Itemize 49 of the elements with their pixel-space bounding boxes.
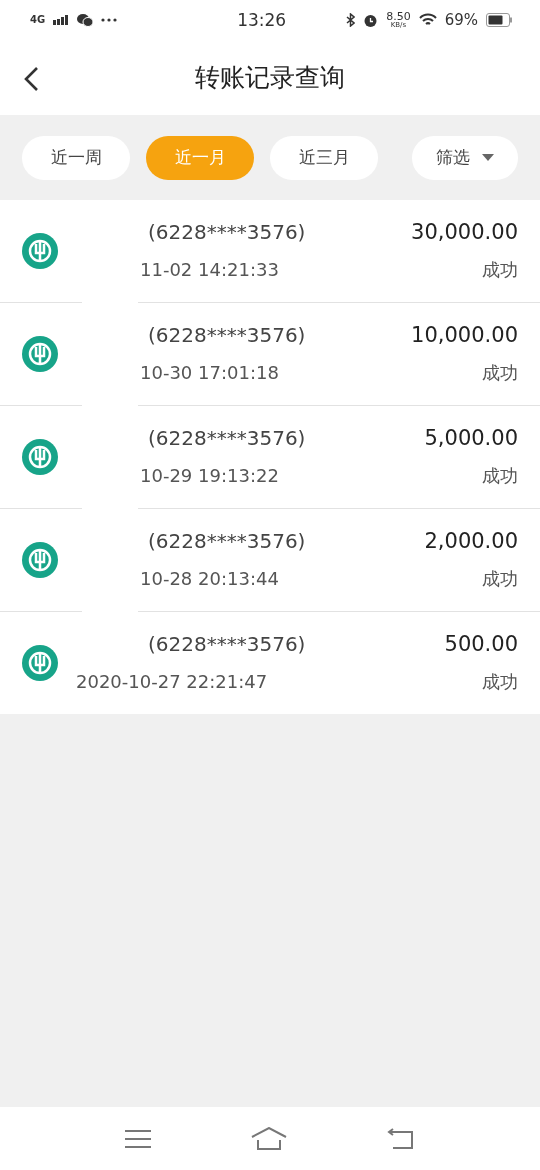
transfer-time: 10-28 20:13:44 <box>139 568 279 589</box>
transfer-time: 11-02 14:21:33 <box>139 259 279 280</box>
transfer-amount: 500.00 <box>444 632 518 656</box>
menu-icon <box>125 1128 151 1149</box>
account-number: (6228****3576) <box>147 632 306 656</box>
caret-icon <box>482 153 494 162</box>
transfer-status: 成功 <box>482 361 518 385</box>
home-button[interactable] <box>251 1126 287 1151</box>
period-tab[interactable]: 近一周 <box>22 135 130 180</box>
transfer-amount: 10,000.00 <box>411 323 518 347</box>
page-title: 转账记录查询 <box>195 62 345 94</box>
account-number: (6228****3576) <box>147 220 306 244</box>
bank-logo-icon <box>22 336 58 372</box>
account-number: (6228****3576) <box>147 426 306 450</box>
return-icon <box>387 1127 415 1150</box>
alarm-icon <box>363 12 379 28</box>
transfer-time: 2020-10-27 22:21:47 <box>76 671 268 692</box>
account-number: (6228****3576) <box>147 323 306 347</box>
bank-logo-icon <box>22 645 58 681</box>
account-number: (6228****3576) <box>147 529 306 553</box>
more-icon <box>101 18 118 22</box>
transfer-amount: 2,000.00 <box>424 529 518 553</box>
menu-button[interactable] <box>125 1128 151 1149</box>
transfer-record[interactable]: (6228****3576) 500.00 2020-10-27 22:21:47 成功 <box>0 612 540 714</box>
transfer-status: 成功 <box>482 670 518 694</box>
bank-logo-icon <box>22 233 58 269</box>
bluetooth-icon <box>346 13 356 27</box>
network-label: 4G <box>30 15 46 25</box>
battery-icon <box>486 13 512 27</box>
transfer-amount: 5,000.00 <box>424 426 518 450</box>
transfer-status: 成功 <box>482 464 518 488</box>
transfer-time: 10-30 17:01:18 <box>139 362 279 383</box>
transfer-amount: 30,000.00 <box>411 220 518 244</box>
transfer-time: 10-29 19:13:22 <box>139 465 279 486</box>
bank-logo-icon <box>22 439 58 475</box>
battery-percent: 69% <box>444 11 478 29</box>
period-tab[interactable]: 近三月 <box>270 135 378 180</box>
clock-time: 13:26 <box>236 10 288 30</box>
wifi-icon <box>418 13 437 27</box>
chat-icon <box>77 13 94 27</box>
bank-logo-icon <box>22 542 58 578</box>
transfer-status: 成功 <box>482 258 518 282</box>
filter-button[interactable]: 筛选 <box>412 135 518 180</box>
home-icon <box>251 1126 287 1151</box>
signal-icon <box>53 15 70 25</box>
back-nav-button[interactable] <box>387 1127 415 1150</box>
transfer-status: 成功 <box>482 567 518 591</box>
back-icon <box>23 66 39 92</box>
speed-value: 8.50 <box>386 11 411 22</box>
